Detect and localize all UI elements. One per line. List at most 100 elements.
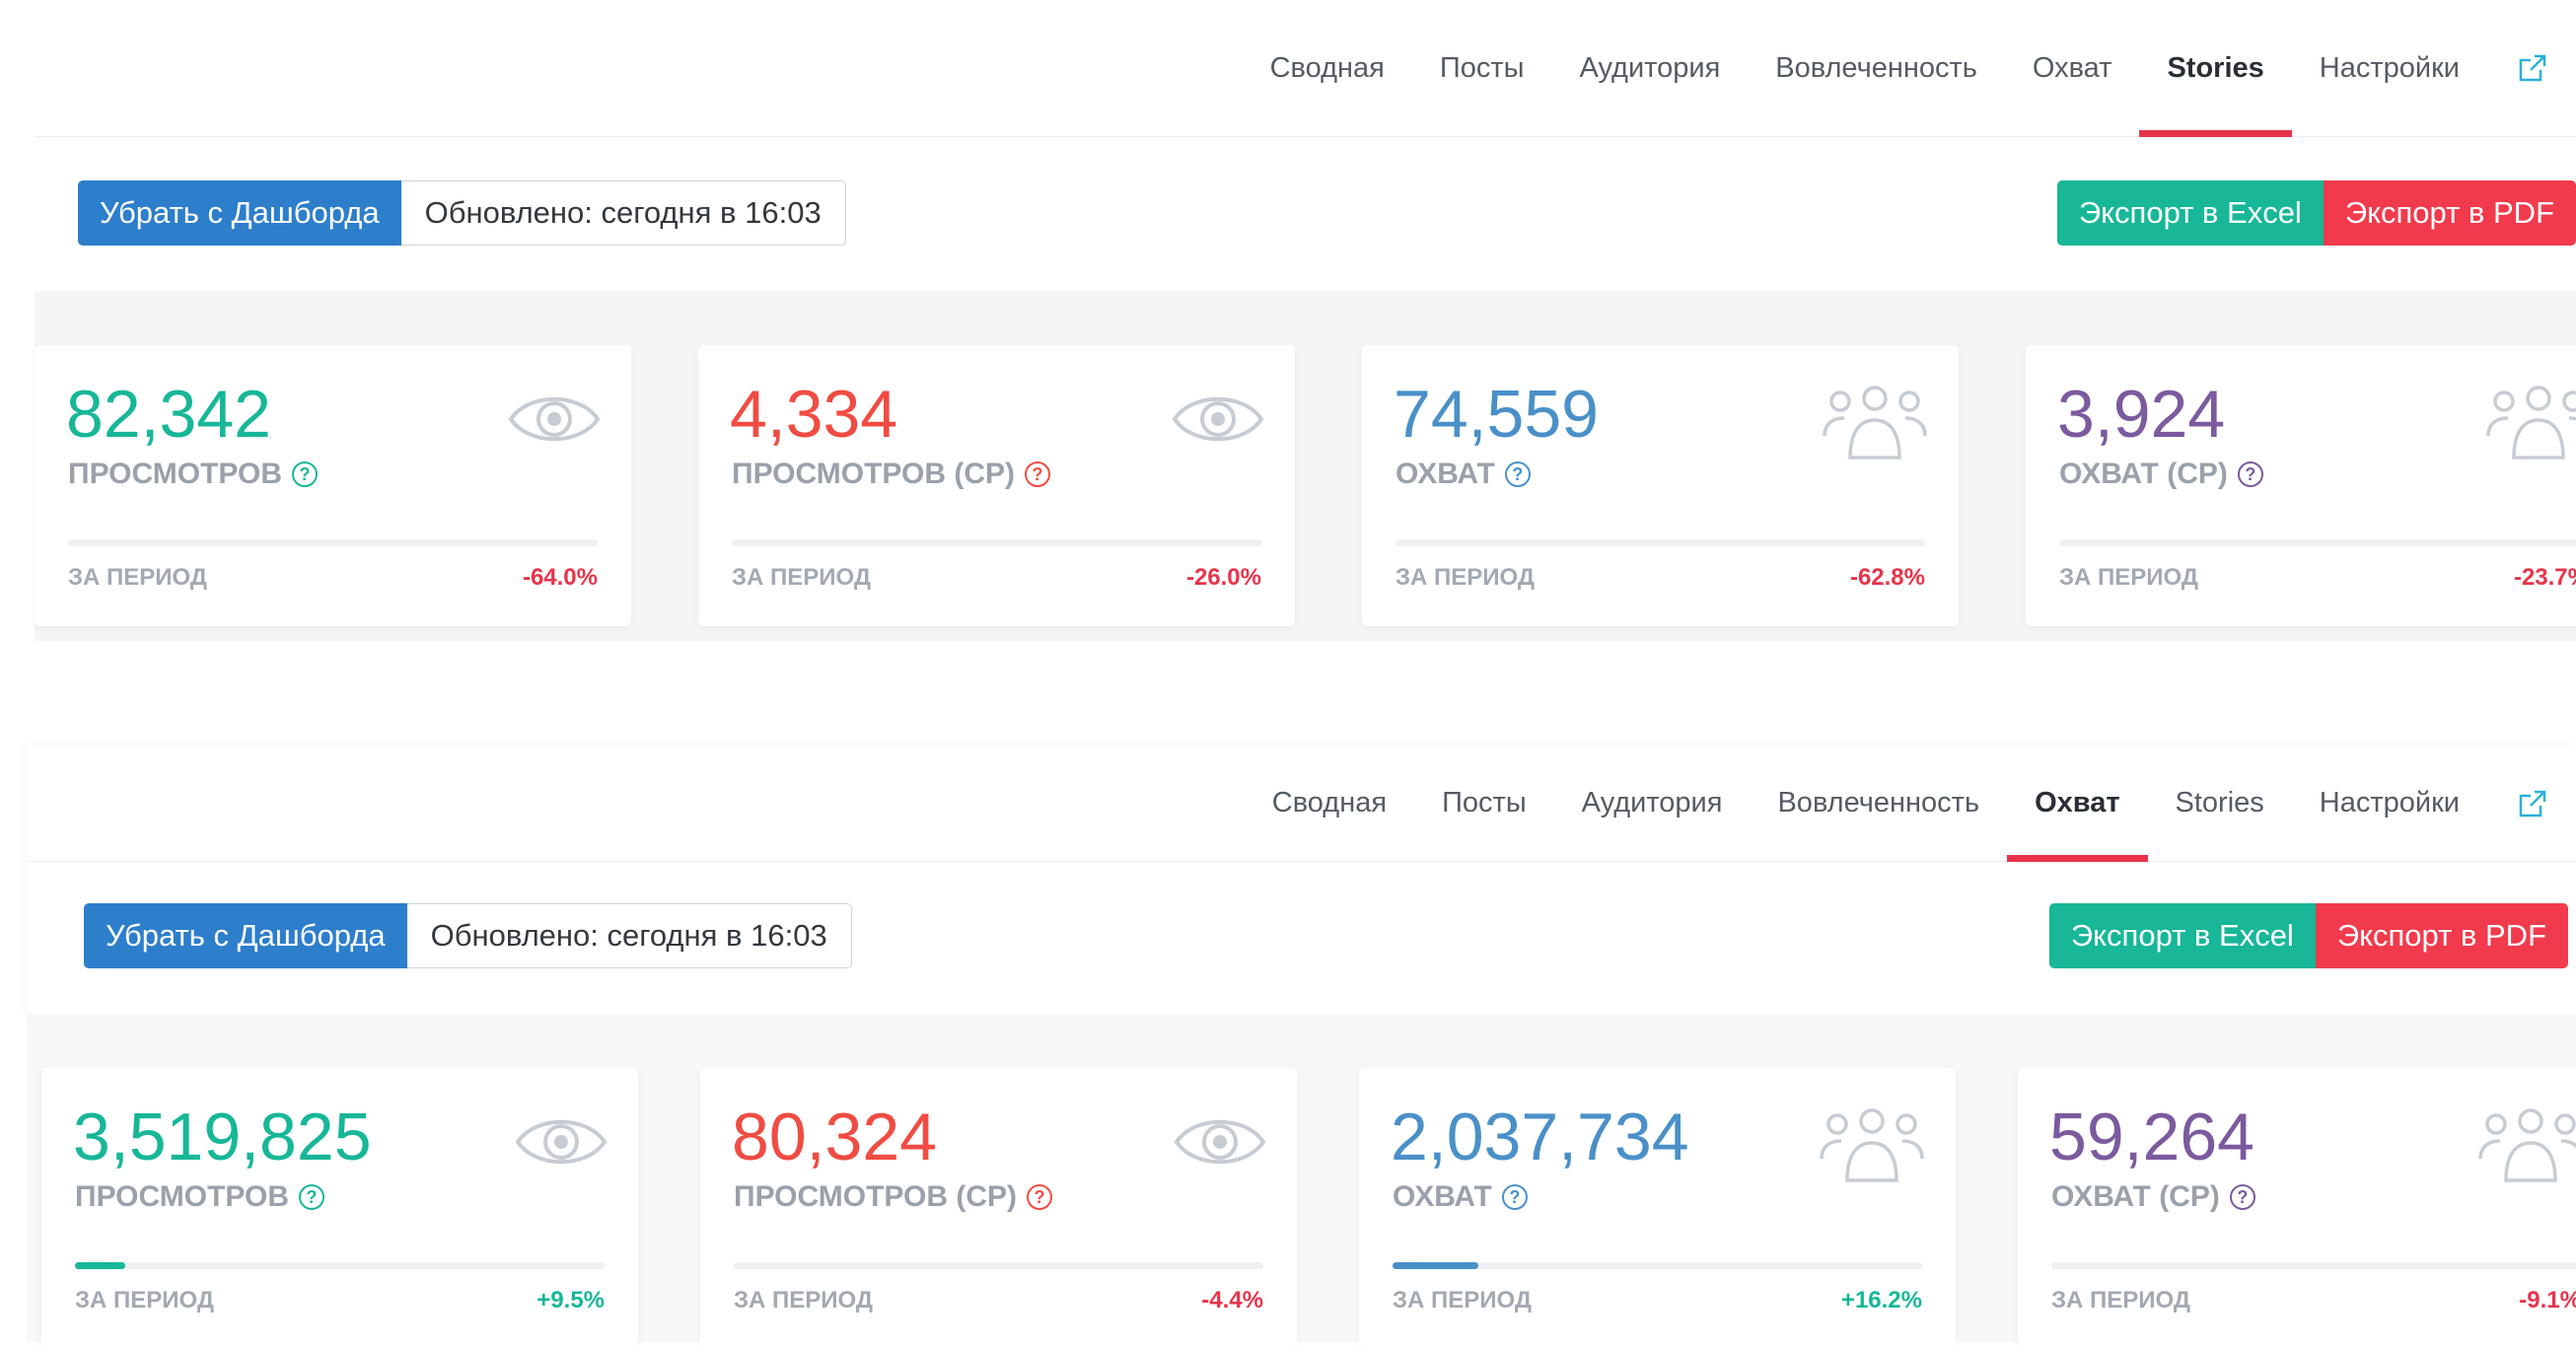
period-label: ЗА ПЕРИОД [1393, 1287, 1532, 1314]
tab-engagement[interactable]: Вовлеченность [1750, 746, 2007, 861]
export-excel-button[interactable]: Экспорт в Excel [2048, 903, 2316, 968]
eye-icon [514, 1107, 608, 1181]
stat-value: 74,559 [1394, 377, 1599, 452]
export-excel-button[interactable]: Экспорт в Excel [2056, 180, 2324, 246]
stat-card-reach: 2,037,734 ОХВАТ? ЗА ПЕРИОД +16.2% [1359, 1068, 1956, 1349]
stat-label-wrap: ПРОСМОТРОВ? [68, 458, 319, 491]
tab-stories[interactable]: Stories [2148, 746, 2292, 861]
period-label: ЗА ПЕРИОД [2051, 1287, 2190, 1314]
delta-value: -26.0% [1185, 564, 1261, 591]
delta-value: -9.1% [2519, 1287, 2576, 1314]
delta-value: -62.8% [1849, 564, 1925, 591]
stat-label-wrap: ОХВАТ (СР)? [2051, 1180, 2255, 1214]
help-icon[interactable]: ? [1504, 462, 1531, 487]
eye-icon [1171, 385, 1265, 459]
help-icon[interactable]: ? [2229, 1184, 2255, 1210]
external-link-icon[interactable] [2487, 0, 2576, 136]
help-icon[interactable]: ? [292, 462, 319, 487]
toolbar-right: Экспорт в Excel Экспорт в PDF [2056, 180, 2576, 246]
tab-svodnaya[interactable]: Сводная [1243, 0, 1412, 136]
help-icon[interactable]: ? [299, 1184, 325, 1210]
tab-reach[interactable]: Охват [2005, 0, 2140, 136]
stat-label: ПРОСМОТРОВ (СР) [732, 458, 1016, 490]
tab-reach[interactable]: Охват [2007, 746, 2149, 862]
stat-label-wrap: ОХВАТ (СР)? [2059, 458, 2263, 491]
help-icon[interactable]: ? [2237, 462, 2263, 487]
stat-label: ОХВАТ [1393, 1180, 1492, 1213]
panel-header: Сводная Посты Аудитория Вовлеченность Ох… [27, 746, 2576, 1014]
stat-label: ОХВАТ (СР) [2051, 1180, 2220, 1213]
tab-navbar: Сводная Посты Аудитория Вовлеченность Ох… [35, 0, 2576, 137]
stat-label: ПРОСМОТРОВ [75, 1180, 290, 1213]
export-pdf-button[interactable]: Экспорт в PDF [2323, 180, 2576, 246]
stat-value: 59,264 [2049, 1100, 2254, 1174]
delta-value: +16.2% [1840, 1287, 1922, 1314]
progress-bar [2051, 1262, 2576, 1269]
stat-label-wrap: ПРОСМОТРОВ? [75, 1180, 325, 1214]
period-label: ЗА ПЕРИОД [75, 1287, 214, 1314]
toolbar: Убрать с Дашборда Обновлено: сегодня в 1… [35, 136, 2576, 291]
stat-label: ПРОСМОТРОВ (СР) [734, 1180, 1018, 1213]
stat-label: ПРОСМОТРОВ [68, 458, 283, 490]
stat-card-views: 82,342 ПРОСМОТРОВ? ЗА ПЕРИОД -64.0% [35, 345, 631, 626]
stat-value: 3,924 [2057, 377, 2226, 452]
tab-audience[interactable]: Аудитория [1554, 746, 1751, 861]
reach-panel: Сводная Посты Аудитория Вовлеченность Ох… [27, 746, 2576, 1349]
panel-header: Сводная Посты Аудитория Вовлеченность Ох… [35, 0, 2576, 291]
stat-label-wrap: ПРОСМОТРОВ (СР)? [732, 458, 1051, 491]
remove-from-dashboard-button[interactable]: Убрать с Дашборда [78, 180, 401, 246]
help-icon[interactable]: ? [1025, 462, 1051, 487]
external-link-icon[interactable] [2487, 746, 2576, 861]
tab-navbar: Сводная Посты Аудитория Вовлеченность Ох… [27, 746, 2576, 862]
stat-label: ОХВАТ [1395, 458, 1495, 490]
tab-posts[interactable]: Посты [1414, 746, 1554, 861]
progress-fill [1393, 1262, 1478, 1269]
tab-posts[interactable]: Посты [1412, 0, 1552, 136]
period-label: ЗА ПЕРИОД [2059, 564, 2198, 591]
stat-card-views-avg: 80,324 ПРОСМОТРОВ (СР)? ЗА ПЕРИОД -4.4% [700, 1068, 1297, 1349]
eye-icon [1173, 1107, 1267, 1181]
nav-tabs: Сводная Посты Аудитория Вовлеченность Ох… [1243, 0, 2576, 137]
progress-bar [1395, 539, 1925, 546]
progress-fill [75, 1262, 125, 1269]
toolbar-left: Убрать с Дашборда Обновлено: сегодня в 1… [84, 903, 852, 968]
tab-engagement[interactable]: Вовлеченность [1748, 0, 2005, 136]
remove-from-dashboard-button[interactable]: Убрать с Дашборда [84, 903, 407, 968]
period-label: ЗА ПЕРИОД [68, 564, 207, 591]
progress-bar [732, 539, 1261, 546]
stat-cards: 3,519,825 ПРОСМОТРОВ? ЗА ПЕРИОД +9.5% 80… [27, 1014, 2576, 1349]
users-icon [1818, 1107, 1926, 1193]
stat-card-reach-avg: 3,924 ОХВАТ (СР)? ЗА ПЕРИОД -23.7% [2026, 345, 2576, 626]
tab-settings[interactable]: Настройки [2292, 0, 2487, 136]
toolbar-left: Убрать с Дашборда Обновлено: сегодня в 1… [78, 180, 846, 246]
period-label: ЗА ПЕРИОД [732, 564, 871, 591]
delta-value: -23.7% [2513, 564, 2576, 591]
users-icon [2484, 385, 2576, 470]
export-pdf-button[interactable]: Экспорт в PDF [2315, 903, 2568, 968]
tab-svodnaya[interactable]: Сводная [1245, 746, 1414, 861]
tab-stories[interactable]: Stories [2139, 0, 2293, 137]
toolbar: Убрать с Дашборда Обновлено: сегодня в 1… [27, 861, 2576, 1014]
period-label: ЗА ПЕРИОД [734, 1287, 873, 1314]
delta-value: -64.0% [522, 564, 598, 591]
nav-tabs: Сводная Посты Аудитория Вовлеченность Ох… [1245, 746, 2576, 862]
stat-label: ОХВАТ (СР) [2059, 458, 2228, 490]
eye-icon [507, 385, 602, 459]
stories-panel: Сводная Посты Аудитория Вовлеченность Ох… [35, 0, 2576, 641]
updated-status: Обновлено: сегодня в 16:03 [406, 903, 852, 968]
stat-card-views-avg: 4,334 ПРОСМОТРОВ (СР)? ЗА ПЕРИОД -26.0% [698, 345, 1295, 626]
stat-label-wrap: ОХВАТ? [1395, 458, 1531, 491]
users-icon [2476, 1107, 2576, 1193]
progress-bar [1393, 1262, 1922, 1269]
help-icon[interactable]: ? [1027, 1184, 1053, 1210]
period-label: ЗА ПЕРИОД [1395, 564, 1535, 591]
delta-value: +9.5% [537, 1287, 605, 1314]
tab-settings[interactable]: Настройки [2292, 746, 2487, 861]
help-icon[interactable]: ? [1501, 1184, 1528, 1210]
progress-bar [2059, 539, 2576, 546]
stat-value: 4,334 [730, 377, 898, 452]
tab-audience[interactable]: Аудитория [1551, 0, 1748, 136]
stat-value: 82,342 [66, 377, 271, 452]
stat-value: 3,519,825 [73, 1100, 372, 1174]
stat-label-wrap: ПРОСМОТРОВ (СР)? [734, 1180, 1053, 1214]
